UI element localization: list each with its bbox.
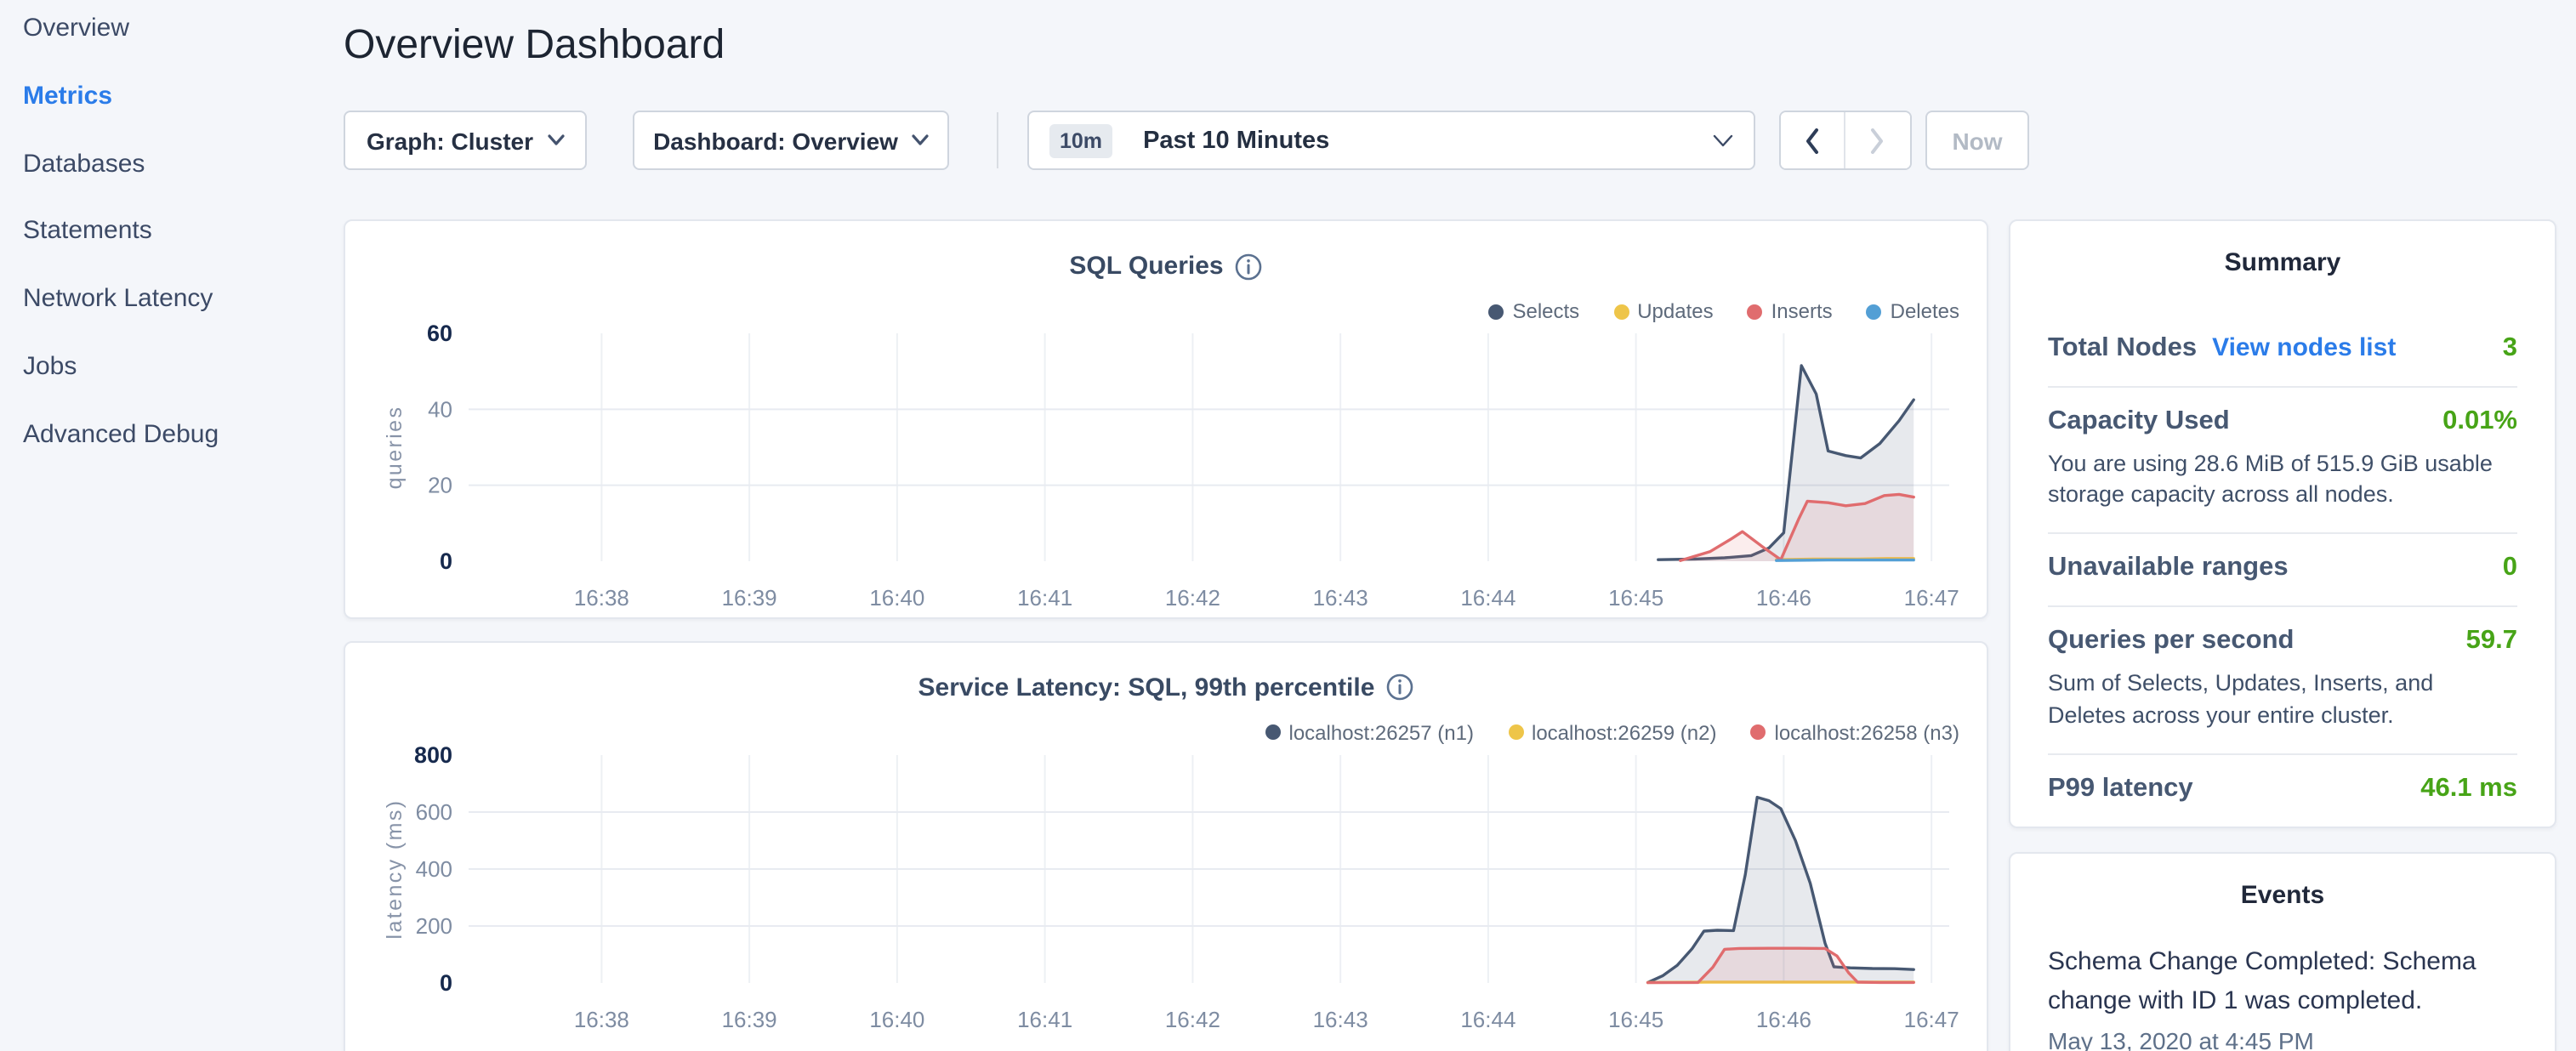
svg-text:latency (ms): latency (ms) <box>383 798 407 939</box>
summary-row-value: 3 <box>2503 333 2517 364</box>
svg-text:0: 0 <box>440 548 452 574</box>
events-panel: Events Schema Change Completed: Schema c… <box>2009 852 2556 1051</box>
chevron-down-icon <box>547 134 564 146</box>
svg-text:16:47: 16:47 <box>1904 585 1959 611</box>
summary-row-label: Capacity Used <box>2048 406 2230 437</box>
svg-text:16:40: 16:40 <box>869 585 924 611</box>
sidebar-item-metrics[interactable]: Metrics <box>23 82 329 117</box>
svg-text:16:43: 16:43 <box>1313 1006 1368 1031</box>
service-latency-chart-card: Service Latency: SQL, 99th percentile lo… <box>344 640 1988 1051</box>
svg-text:16:41: 16:41 <box>1017 1006 1072 1031</box>
time-pager-group <box>1779 111 1911 170</box>
now-button[interactable]: Now <box>1925 111 2029 170</box>
svg-text:16:47: 16:47 <box>1904 1006 1959 1031</box>
summary-panel: Summary Total Nodes View nodes list 3 Capac… <box>2009 219 2556 827</box>
summary-row: P99 latency 46.1 ms <box>2048 753 2517 827</box>
event-text: Schema Change Completed: Schema change w… <box>2048 944 2517 1020</box>
svg-text:16:38: 16:38 <box>574 1006 629 1031</box>
summary-rows: Total Nodes View nodes list 3 Capacity Used… <box>2048 315 2517 827</box>
svg-text:16:39: 16:39 <box>722 1006 777 1031</box>
svg-text:16:42: 16:42 <box>1165 1006 1220 1031</box>
summary-row: Queries per second 59.7 Sum of Selects, Up… <box>2048 606 2517 753</box>
chevron-down-icon <box>912 134 929 146</box>
svg-text:20: 20 <box>428 473 452 498</box>
svg-text:16:44: 16:44 <box>1460 585 1515 611</box>
sidebar-item-network-latency[interactable]: Network Latency <box>23 284 329 320</box>
svg-text:60: 60 <box>427 321 452 346</box>
summary-row-value: 59.7 <box>2466 627 2517 657</box>
summary-row-value: 46.1 ms <box>2420 774 2517 804</box>
sidebar-item-advanced-debug[interactable]: Advanced Debug <box>23 420 329 456</box>
graph-dropdown-label: Graph: Cluster <box>367 127 533 154</box>
summary-row: Unavailable ranges 0 <box>2048 533 2517 606</box>
summary-row-label: Unavailable ranges <box>2048 554 2289 584</box>
svg-text:16:40: 16:40 <box>869 1006 924 1031</box>
summary-row-label: Total Nodes <box>2048 333 2197 364</box>
toolbar-divider <box>997 112 998 168</box>
summary-row-value: 0.01% <box>2442 406 2517 437</box>
events-list: Schema Change Completed: Schema change w… <box>2048 944 2517 1051</box>
svg-text:16:43: 16:43 <box>1313 585 1368 611</box>
svg-text:16:46: 16:46 <box>1756 585 1811 611</box>
event-timestamp: May 13, 2020 at 4:45 PM <box>2048 1027 2517 1051</box>
sidebar-item-jobs[interactable]: Jobs <box>23 352 329 388</box>
svg-text:16:38: 16:38 <box>574 585 629 611</box>
summary-row-description: Sum of Selects, Updates, Inserts, and De… <box>2048 669 2517 731</box>
svg-text:16:44: 16:44 <box>1460 1006 1515 1031</box>
summary-row: Capacity Used 0.01% You are using 28.6 MiB… <box>2048 386 2517 533</box>
sidebar: Overview Metrics Databases Statements Networ… <box>23 14 329 487</box>
sql-queries-chart[interactable]: 16:38 16:39 16:40 16:41 16:42 16:43 16:44 16:45… <box>345 221 1987 616</box>
dashboard-dropdown-button[interactable]: Dashboard: Overview <box>633 111 949 170</box>
svg-text:400: 400 <box>416 855 452 881</box>
svg-text:16:41: 16:41 <box>1017 585 1072 611</box>
svg-text:16:39: 16:39 <box>722 585 777 611</box>
svg-text:40: 40 <box>428 396 452 422</box>
graph-dropdown-button[interactable]: Graph: Cluster <box>344 111 587 170</box>
summary-row-value: 0 <box>2503 554 2517 584</box>
app-root: Overview Metrics Databases Statements Networ… <box>0 0 2576 1051</box>
svg-text:0: 0 <box>440 969 452 995</box>
sidebar-item-overview[interactable]: Overview <box>23 14 329 49</box>
time-prev-button[interactable] <box>1781 112 1845 168</box>
svg-text:16:45: 16:45 <box>1608 1006 1663 1031</box>
sql-queries-chart-card: SQL Queries SelectsUpdatesInsertsDeletes… <box>344 219 1988 618</box>
svg-text:16:45: 16:45 <box>1608 585 1663 611</box>
events-title: Events <box>2048 881 2517 910</box>
sidebar-item-databases[interactable]: Databases <box>23 149 329 185</box>
summary-title: Summary <box>2048 248 2517 277</box>
chevron-down-icon <box>1713 134 1733 147</box>
svg-text:800: 800 <box>414 741 452 767</box>
chevron-left-icon <box>1805 127 1820 154</box>
view-nodes-list-link[interactable]: View nodes list <box>2212 333 2396 362</box>
svg-text:600: 600 <box>416 798 452 824</box>
svg-text:queries: queries <box>383 406 407 490</box>
summary-row-label: P99 latency <box>2048 774 2193 804</box>
chevron-right-icon <box>1870 127 1885 154</box>
service-latency-chart[interactable]: 16:38 16:39 16:40 16:41 16:42 16:43 16:44 16:45… <box>345 642 1987 1051</box>
summary-row-description: You are using 28.6 MiB of 515.9 GiB usab… <box>2048 449 2517 511</box>
summary-row-label: Queries per second <box>2048 627 2294 657</box>
svg-text:16:42: 16:42 <box>1165 585 1220 611</box>
dashboard-dropdown-label: Dashboard: Overview <box>653 127 898 154</box>
svg-text:16:46: 16:46 <box>1756 1006 1811 1031</box>
page-title: Overview Dashboard <box>344 22 725 70</box>
sidebar-item-statements[interactable]: Statements <box>23 217 329 253</box>
time-next-button[interactable] <box>1845 112 1910 168</box>
time-window-selector[interactable]: 10m Past 10 Minutes <box>1027 111 1755 170</box>
time-window-label: Past 10 Minutes <box>1143 127 1329 154</box>
summary-row: Total Nodes View nodes list 3 <box>2048 315 2517 386</box>
svg-text:200: 200 <box>416 912 452 938</box>
sidebar-nav-list: Overview Metrics Databases Statements Networ… <box>23 14 329 456</box>
time-window-badge: 10m <box>1049 123 1112 157</box>
event-item: Schema Change Completed: Schema change w… <box>2048 944 2517 1051</box>
